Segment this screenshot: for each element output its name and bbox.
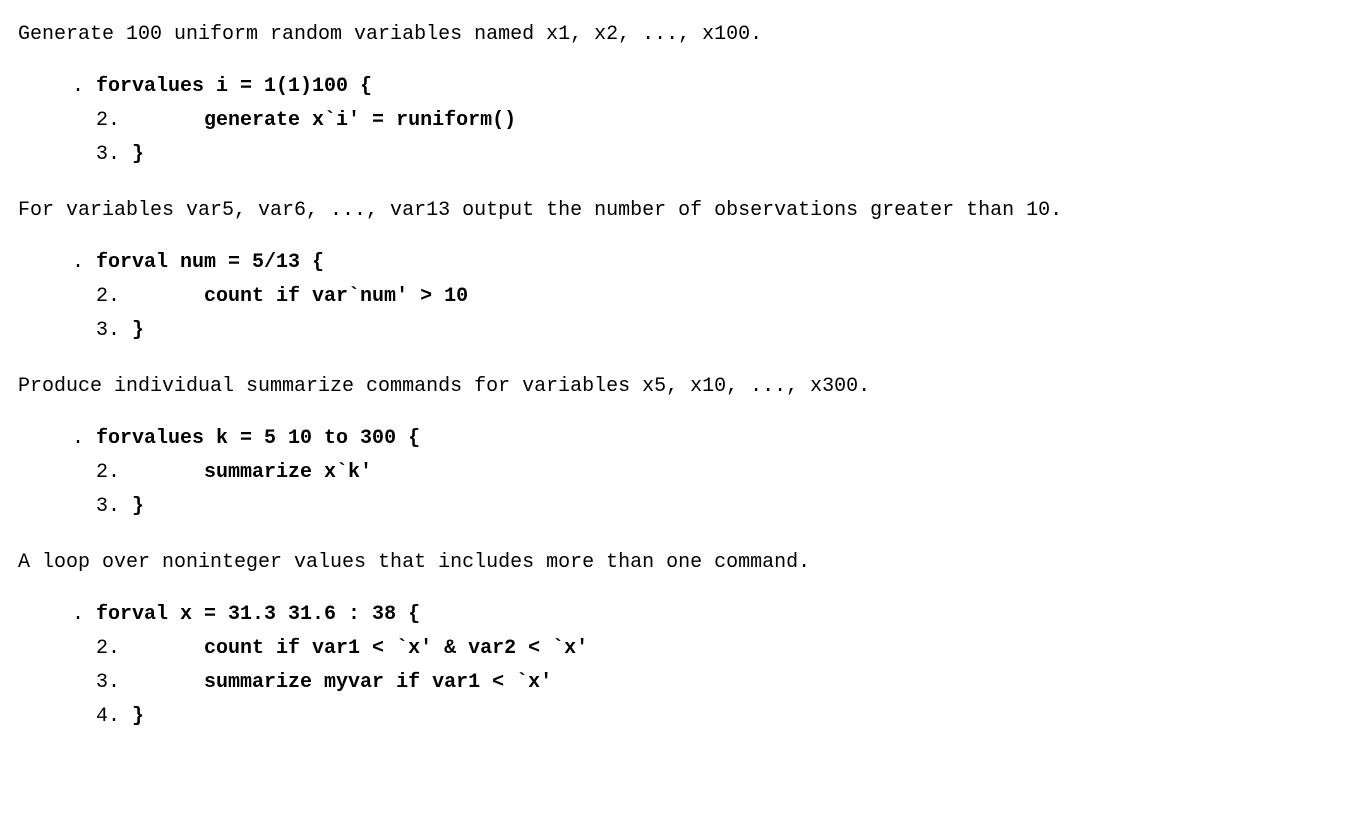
code-line: . forvalues k = 5 10 to 300 { [72, 422, 1351, 456]
code-block: . forval num = 5/13 { 2. count if var`nu… [72, 246, 1351, 348]
line-prefix: 2. [72, 637, 204, 660]
code-text: count if var1 < `x' & var2 < `x' [204, 637, 588, 660]
line-prefix: 3. [72, 319, 132, 342]
line-prefix: 3. [72, 143, 132, 166]
line-prefix: 2. [72, 461, 204, 484]
code-line: 3. } [72, 138, 1351, 172]
code-text: } [132, 143, 144, 166]
code-block: . forval x = 31.3 31.6 : 38 { 2. count i… [72, 598, 1351, 734]
line-prefix: 3. [72, 671, 204, 694]
code-text: } [132, 705, 144, 728]
code-line: 4. } [72, 700, 1351, 734]
code-line: . forval x = 31.3 31.6 : 38 { [72, 598, 1351, 632]
code-text: forval num = 5/13 { [96, 251, 324, 274]
description-text: Produce individual summarize commands fo… [18, 370, 1351, 404]
code-line: 3. summarize myvar if var1 < `x' [72, 666, 1351, 700]
code-line: 3. } [72, 314, 1351, 348]
code-block: . forvalues k = 5 10 to 300 { 2. summari… [72, 422, 1351, 524]
code-block: . forvalues i = 1(1)100 { 2. generate x`… [72, 70, 1351, 172]
code-line: 2. count if var`num' > 10 [72, 280, 1351, 314]
description-text: For variables var5, var6, ..., var13 out… [18, 194, 1351, 228]
description-text: Generate 100 uniform random variables na… [18, 18, 1351, 52]
code-text: forvalues k = 5 10 to 300 { [96, 427, 420, 450]
code-line: 2. count if var1 < `x' & var2 < `x' [72, 632, 1351, 666]
code-text: summarize x`k' [204, 461, 372, 484]
code-text: forval x = 31.3 31.6 : 38 { [96, 603, 420, 626]
line-prefix: 2. [72, 285, 204, 308]
code-line: . forval num = 5/13 { [72, 246, 1351, 280]
code-line: . forvalues i = 1(1)100 { [72, 70, 1351, 104]
code-text: summarize myvar if var1 < `x' [204, 671, 552, 694]
line-prefix: . [72, 251, 96, 274]
code-text: } [132, 319, 144, 342]
code-text: generate x`i' = runiform() [204, 109, 516, 132]
code-line: 3. } [72, 490, 1351, 524]
code-text: } [132, 495, 144, 518]
code-line: 2. generate x`i' = runiform() [72, 104, 1351, 138]
description-text: A loop over noninteger values that inclu… [18, 546, 1351, 580]
code-text: count if var`num' > 10 [204, 285, 468, 308]
code-line: 2. summarize x`k' [72, 456, 1351, 490]
line-prefix: . [72, 427, 96, 450]
line-prefix: 2. [72, 109, 204, 132]
line-prefix: . [72, 75, 96, 98]
line-prefix: 3. [72, 495, 132, 518]
code-text: forvalues i = 1(1)100 { [96, 75, 372, 98]
line-prefix: . [72, 603, 96, 626]
line-prefix: 4. [72, 705, 132, 728]
